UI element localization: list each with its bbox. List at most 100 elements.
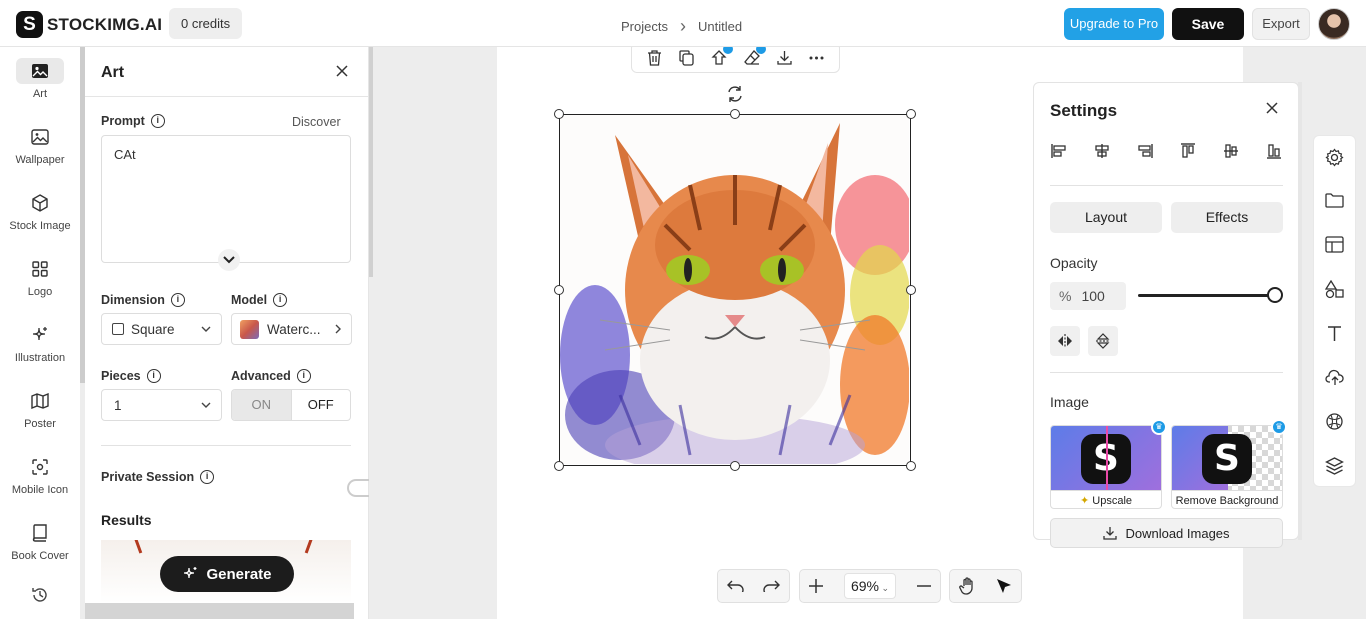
layers-icon[interactable] [1325,456,1344,475]
private-session-toggle[interactable] [347,479,369,497]
opacity-slider-handle[interactable] [1267,287,1283,303]
folder-icon[interactable] [1325,192,1344,209]
info-icon[interactable]: i [146,369,161,383]
avatar[interactable] [1318,8,1350,40]
zoom-level-select[interactable]: 69% ⌄ [843,573,897,599]
download-images-button[interactable]: Download Images [1050,518,1283,548]
model-select[interactable]: Waterc... [231,313,352,345]
nav-book-cover[interactable]: Book Cover [0,520,80,562]
crown-icon: ♛ [1271,419,1287,435]
nav-illustration[interactable]: Illustration [0,322,80,364]
nav-poster[interactable]: Poster [0,388,80,430]
settings-scrollbar[interactable] [1298,82,1302,540]
resize-handle-nw[interactable] [554,109,564,119]
nav-stock-image[interactable]: Stock Image [0,190,80,232]
eraser-icon[interactable] [744,43,767,66]
rotate-icon[interactable] [725,84,745,104]
canvas-image[interactable] [559,114,911,466]
nav-label: Stock Image [9,220,71,232]
upload-cloud-icon[interactable] [1325,368,1345,386]
nav-art[interactable]: Art [0,58,80,100]
brand-logo[interactable]: S STOCKIMG.AI [16,11,162,38]
ai-magic-icon[interactable] [1325,412,1344,431]
pieces-select[interactable]: 1 [101,389,222,421]
resize-handle-se[interactable] [906,461,916,471]
horizontal-scrollbar[interactable] [85,603,354,619]
upscale-card[interactable]: S ✦ Upscale [1050,425,1162,509]
info-icon[interactable]: i [170,293,185,307]
prompt-input[interactable]: CAt [101,135,351,263]
trash-icon[interactable] [647,49,662,66]
dimension-label-text: Dimension [101,293,165,307]
download-images-label: Download Images [1125,525,1230,541]
flip-horizontal-button[interactable] [1050,326,1080,356]
align-left-icon[interactable] [1050,143,1068,159]
info-icon[interactable]: i [200,470,215,484]
zoom-in-icon[interactable] [808,578,824,594]
wallpaper-icon [24,124,56,150]
resize-handle-w[interactable] [554,285,564,295]
info-icon[interactable]: i [150,114,165,128]
nav-wallpaper[interactable]: Wallpaper [0,124,80,166]
crown-icon: ♛ [1151,419,1167,435]
resize-handle-n[interactable] [730,109,740,119]
panel-scrollbar[interactable] [369,47,373,277]
mobile-icon [24,454,56,480]
flip-horizontal-icon [1057,334,1073,348]
cursor-controls [949,569,1022,603]
undo-icon[interactable] [726,580,745,592]
info-icon[interactable]: i [296,369,311,383]
remove-background-card[interactable]: S Remove Background [1171,425,1283,509]
resize-handle-s[interactable] [730,461,740,471]
nav-mobile-icon[interactable]: Mobile Icon [0,454,80,496]
hand-icon[interactable] [959,577,977,595]
chevron-down-icon[interactable] [218,249,240,271]
advanced-off-button[interactable]: OFF [292,390,351,420]
dimension-label: Dimension i [101,293,185,307]
settings-title: Settings [1050,101,1118,120]
advanced-on-button[interactable]: ON [232,390,292,420]
align-top-icon[interactable] [1179,143,1197,159]
zoom-out-icon[interactable] [916,585,932,587]
upgrade-button[interactable]: Upgrade to Pro [1064,8,1164,40]
align-middle-v-icon[interactable] [1222,143,1240,159]
resize-handle-sw[interactable] [554,461,564,471]
align-right-icon[interactable] [1136,143,1154,159]
template-icon[interactable] [1325,236,1344,253]
info-icon[interactable]: i [273,293,288,307]
dimension-select[interactable]: Square [101,313,222,345]
duplicate-icon[interactable] [679,49,694,66]
redo-icon[interactable] [762,580,781,592]
history-button[interactable] [0,582,80,612]
more-icon[interactable] [809,56,824,60]
settings-gear-icon[interactable] [1325,148,1344,167]
breadcrumb-current[interactable]: Untitled [698,19,742,34]
credits-badge[interactable]: 0 credits [169,8,243,39]
generate-button[interactable]: Generate [160,556,294,592]
pointer-icon[interactable] [996,578,1012,594]
opacity-input[interactable]: % 100 [1050,282,1126,310]
resize-handle-e[interactable] [906,285,916,295]
tab-layout[interactable]: Layout [1050,202,1162,233]
nav-label: Art [32,88,48,100]
upscale-tool-icon[interactable] [711,43,733,66]
close-icon[interactable] [1266,102,1278,114]
breadcrumb-projects[interactable]: Projects [621,19,668,34]
model-label-text: Model [231,293,268,307]
shapes-icon[interactable] [1325,280,1344,299]
align-bottom-icon[interactable] [1265,143,1283,159]
image-label: Image [1050,394,1089,410]
nav-logo[interactable]: Logo [0,256,80,298]
nav-label: Wallpaper [15,154,65,166]
discover-link[interactable]: Discover [292,115,341,129]
opacity-slider[interactable] [1138,294,1275,297]
save-button[interactable]: Save [1172,8,1244,40]
flip-vertical-button[interactable] [1088,326,1118,356]
text-icon[interactable] [1325,324,1344,343]
tab-effects[interactable]: Effects [1171,202,1283,233]
align-center-h-icon[interactable] [1093,143,1111,159]
download-icon[interactable] [777,50,792,65]
close-icon[interactable] [336,65,348,77]
resize-handle-ne[interactable] [906,109,916,119]
export-button[interactable]: Export [1252,8,1310,40]
